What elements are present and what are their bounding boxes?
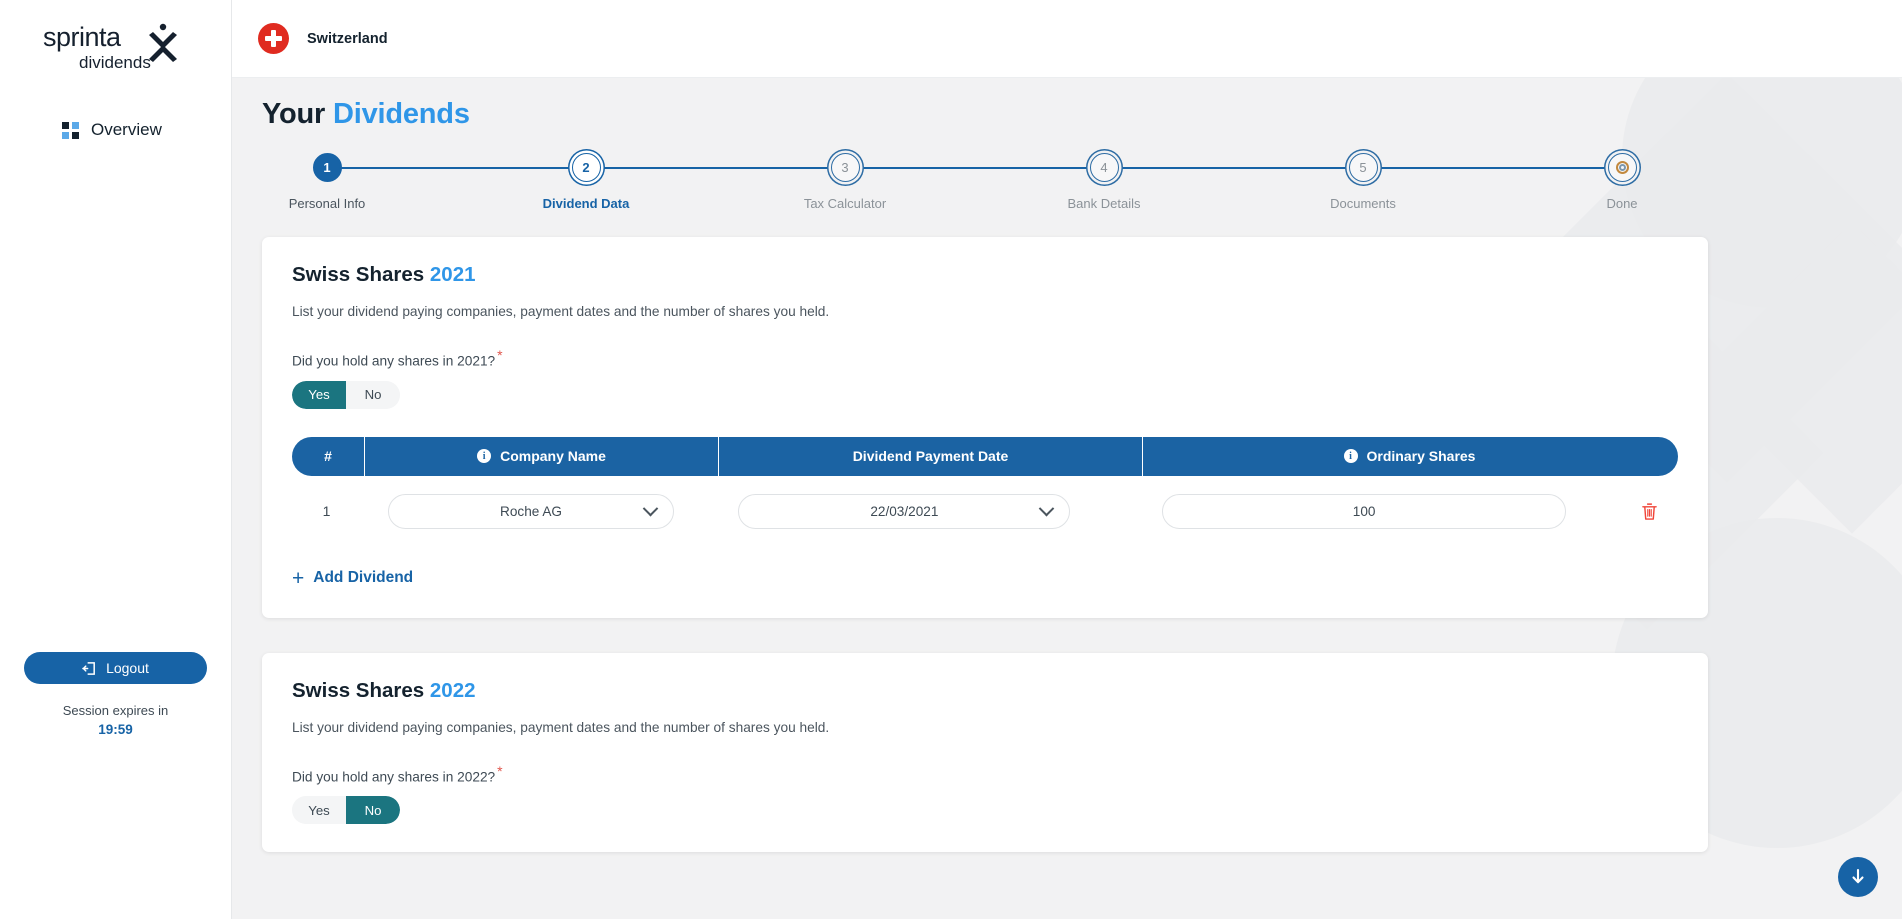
step-bubble: 4 — [1089, 153, 1119, 182]
required-asterisk: * — [497, 762, 503, 779]
plus-icon: + — [292, 566, 305, 590]
card-title: Swiss Shares 2022 — [292, 679, 1678, 703]
step-bubble — [1607, 153, 1637, 182]
sidebar-nav: Overview — [0, 114, 231, 146]
sprintax-dividends-logo: sprinta dividends — [41, 18, 191, 74]
date-cell: 22/03/2021 — [701, 493, 1108, 529]
question-text: Did you hold any shares in 2022? — [292, 769, 496, 785]
finish-flag-icon — [1615, 161, 1629, 174]
sidebar-item-overview[interactable]: Overview — [0, 114, 231, 146]
step-label: Personal Info — [288, 196, 366, 211]
logout-icon — [82, 661, 96, 675]
row-index: 1 — [322, 503, 331, 520]
step-done[interactable]: Done — [1557, 153, 1687, 211]
step-dividend-data[interactable]: 2 Dividend Data — [521, 153, 651, 211]
svg-text:dividends: dividends — [79, 53, 151, 72]
card-title-year: 2022 — [429, 678, 476, 702]
ordinary-shares-input[interactable]: 100 — [1162, 493, 1567, 529]
toggle-yes-button[interactable]: Yes — [292, 796, 346, 825]
column-header-company: i Company Name — [364, 436, 718, 476]
column-header-number: # — [324, 448, 332, 465]
company-name-value: Roche AG — [500, 503, 562, 519]
toggle-yes-button[interactable]: Yes — [292, 380, 346, 409]
content-scroll-area: Your Dividends 1 Personal Info 2 Dividen… — [232, 78, 1902, 919]
info-icon[interactable]: i — [1343, 449, 1358, 464]
app-root: sprinta dividends Overview Logout Sessio… — [0, 0, 1902, 919]
step-bubble: 2 — [571, 153, 601, 182]
hold-shares-toggle-2021: Yes No — [292, 380, 400, 409]
table-header-row: # i Company Name Dividend Payment Date i… — [292, 436, 1678, 476]
add-dividend-button[interactable]: + Add Dividend — [292, 568, 413, 589]
svg-text:sprinta: sprinta — [43, 22, 122, 52]
session-expiry-time: 19:59 — [98, 722, 133, 737]
required-asterisk: * — [497, 347, 503, 363]
shares-cell: 100 — [1108, 493, 1621, 529]
chevron-down-icon — [642, 500, 659, 517]
card-title: Swiss Shares 2021 — [292, 263, 1678, 287]
hold-shares-question: Did you hold any shares in 2021? * — [292, 347, 1678, 369]
scroll-down-button[interactable] — [1838, 857, 1878, 897]
step-bubble: 3 — [830, 153, 860, 182]
progress-stepper: 1 Personal Info 2 Dividend Data 3 Tax Ca… — [262, 153, 1687, 225]
step-label: Dividend Data — [542, 196, 630, 211]
payment-date-value: 22/03/2021 — [870, 503, 939, 519]
toggle-no-button[interactable]: No — [346, 380, 400, 409]
country-label: Switzerland — [307, 30, 388, 47]
download-arrow-icon — [1852, 868, 1864, 884]
grid-icon — [62, 121, 79, 139]
column-header-shares: i Ordinary Shares — [1142, 436, 1676, 476]
column-header-company-label: Company Name — [500, 448, 606, 465]
step-bubble: 1 — [312, 153, 342, 182]
sidebar: sprinta dividends Overview Logout Sessio… — [0, 0, 232, 919]
payment-date-select[interactable]: 22/03/2021 — [738, 493, 1071, 529]
company-cell: Roche AG — [361, 493, 701, 529]
dividends-table: # i Company Name Dividend Payment Date i… — [292, 436, 1678, 538]
page-title-highlight: Dividends — [332, 98, 470, 130]
column-header-date: Dividend Payment Date — [718, 436, 1142, 476]
switzerland-flag-icon — [258, 23, 289, 54]
delete-cell — [1620, 502, 1678, 521]
topbar: Switzerland — [232, 0, 1902, 78]
ordinary-shares-value: 100 — [1352, 503, 1376, 519]
company-name-select[interactable]: Roche AG — [388, 493, 674, 529]
trash-icon[interactable] — [1641, 502, 1658, 521]
toggle-no-button[interactable]: No — [346, 796, 400, 825]
card-title-year: 2021 — [429, 263, 476, 286]
card-subtitle: List your dividend paying companies, pay… — [292, 719, 830, 735]
step-label: Documents — [1330, 196, 1396, 211]
table-row: 1 Roche AG 22/03/2021 100 — [292, 485, 1678, 538]
session-expiry-label: Session expires in — [62, 703, 169, 719]
step-label: Tax Calculator — [803, 196, 887, 211]
card-title-text: Swiss Shares — [292, 263, 425, 286]
question-text: Did you hold any shares in 2021? — [292, 353, 496, 369]
main-area: Switzerland Your Dividends 1 Personal In… — [232, 0, 1902, 919]
swiss-shares-2022-card: Swiss Shares 2022 List your dividend pay… — [262, 652, 1708, 853]
card-title-text: Swiss Shares — [292, 678, 425, 702]
step-label: Done — [1606, 196, 1638, 211]
sidebar-footer: Logout Session expires in 19:59 — [0, 652, 231, 919]
step-bubble: 5 — [1348, 153, 1378, 182]
step-label: Bank Details — [1067, 196, 1141, 211]
page-title: Your Dividends — [262, 98, 1902, 131]
add-dividend-label: Add Dividend — [313, 569, 414, 587]
hold-shares-toggle-2022: Yes No — [292, 796, 400, 825]
chevron-down-icon — [1039, 500, 1055, 517]
hold-shares-question: Did you hold any shares in 2022? * — [292, 763, 1678, 785]
step-personal-info[interactable]: 1 Personal Info — [262, 153, 392, 211]
page-title-main: Your — [262, 98, 326, 130]
step-tax-calculator[interactable]: 3 Tax Calculator — [780, 153, 910, 211]
logout-label: Logout — [106, 660, 149, 677]
logout-button[interactable]: Logout — [24, 652, 207, 685]
swiss-shares-2021-card: Swiss Shares 2021 List your dividend pay… — [262, 237, 1708, 618]
card-subtitle: List your dividend paying companies, pay… — [292, 304, 830, 319]
step-bank-details[interactable]: 4 Bank Details — [1039, 153, 1169, 211]
step-documents[interactable]: 5 Documents — [1298, 153, 1428, 211]
info-icon[interactable]: i — [477, 449, 492, 464]
column-header-shares-label: Ordinary Shares — [1366, 448, 1476, 465]
sidebar-item-label: Overview — [91, 120, 162, 139]
